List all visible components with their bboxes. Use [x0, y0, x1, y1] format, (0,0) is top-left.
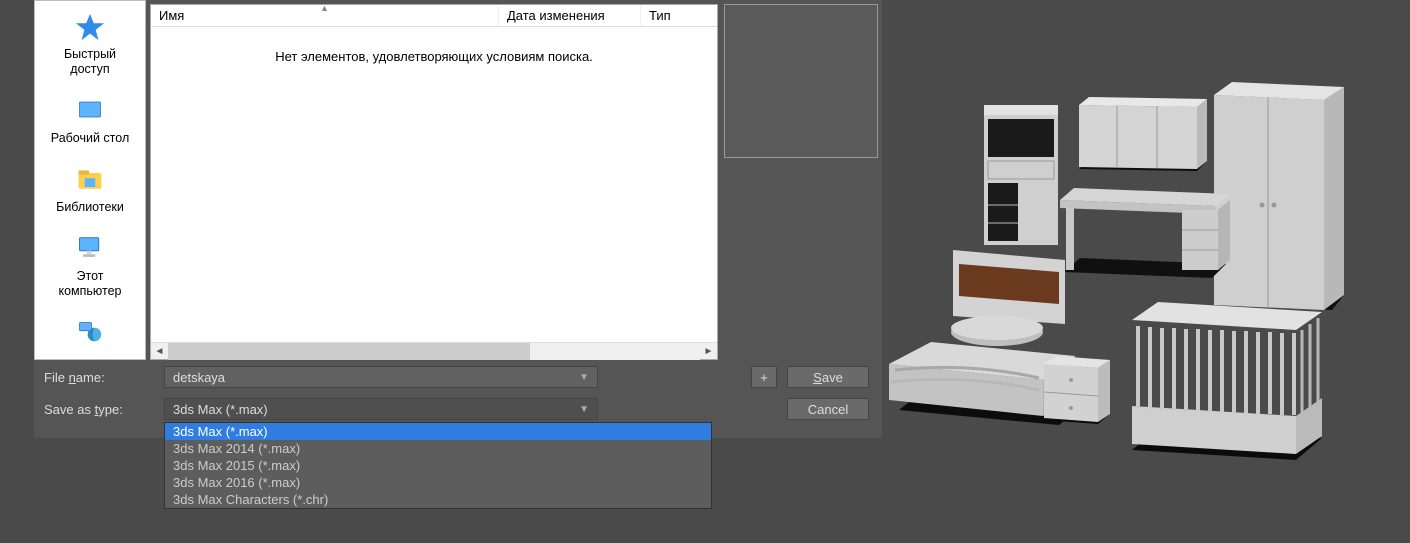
place-network[interactable]: [35, 317, 145, 353]
empty-message: Нет элементов, удовлетворяющих условиям …: [151, 49, 717, 64]
place-label: Рабочий стол: [51, 131, 129, 146]
wall-cabinet-model: [1079, 97, 1207, 171]
filename-label: File name:: [44, 370, 164, 385]
crib-bars: [1138, 326, 1294, 415]
computer-icon: [74, 233, 106, 265]
horizontal-scrollbar[interactable]: ◄ ►: [151, 342, 717, 359]
desktop-icon: [74, 95, 106, 127]
savetype-row: Save as type: 3ds Max (*.max) ▼: [44, 398, 872, 420]
savetype-select[interactable]: 3ds Max (*.max) ▼: [164, 398, 598, 420]
dropdown-item[interactable]: 3ds Max 2014 (*.max): [165, 440, 711, 457]
place-label: Этот компьютер: [58, 269, 121, 299]
sort-asc-icon: ▲: [320, 5, 329, 13]
dialog-bottom: File name: detskaya ▼ Save as type: 3ds …: [34, 360, 882, 434]
filelist-wrap: Имя ▲ Дата изменения Тип Нет элементов, …: [146, 0, 882, 360]
chevron-down-icon[interactable]: ▼: [579, 372, 589, 383]
shelf-model: [984, 105, 1058, 245]
crib-model: [1132, 302, 1322, 460]
places-bar: Быстрый доступ Рабочий стол Библиотеки Э…: [34, 0, 146, 360]
nightstand-model: [1044, 356, 1110, 424]
column-date[interactable]: Дата изменения: [499, 5, 641, 26]
scroll-thumb[interactable]: [168, 343, 530, 360]
dropdown-item[interactable]: 3ds Max 2015 (*.max): [165, 457, 711, 474]
file-list[interactable]: Имя ▲ Дата изменения Тип Нет элементов, …: [150, 4, 718, 360]
scroll-right-icon[interactable]: ►: [700, 343, 717, 360]
filename-row: File name: detskaya ▼: [44, 366, 872, 388]
dropdown-item[interactable]: 3ds Max (*.max): [165, 423, 711, 440]
save-dialog: Быстрый доступ Рабочий стол Библиотеки Э…: [34, 0, 882, 438]
column-label: Имя: [159, 8, 184, 23]
place-label: Быстрый доступ: [64, 47, 116, 77]
star-icon: [74, 11, 106, 43]
file-list-header: Имя ▲ Дата изменения Тип: [151, 5, 717, 27]
place-desktop[interactable]: Рабочий стол: [35, 95, 145, 146]
plus-button[interactable]: +: [751, 366, 777, 388]
place-quick-access[interactable]: Быстрый доступ: [35, 11, 145, 77]
place-label: Библиотеки: [56, 200, 124, 215]
libraries-icon: [74, 164, 106, 196]
filename-input[interactable]: detskaya ▼: [164, 366, 598, 388]
3d-viewport[interactable]: [884, 0, 1410, 538]
crib-side-bars: [1302, 318, 1318, 414]
desk-model: [1060, 188, 1230, 278]
chevron-down-icon[interactable]: ▼: [579, 404, 589, 415]
place-libraries[interactable]: Библиотеки: [35, 164, 145, 215]
cancel-button[interactable]: Cancel: [787, 398, 869, 420]
file-list-body: Нет элементов, удовлетворяющих условиям …: [151, 27, 717, 342]
dialog-buttons: + Save Cancel: [751, 366, 869, 420]
savetype-value: 3ds Max (*.max): [173, 402, 268, 417]
filename-value: detskaya: [173, 370, 225, 385]
column-name[interactable]: Имя ▲: [151, 5, 499, 26]
scroll-track[interactable]: [168, 343, 700, 360]
dropdown-item[interactable]: 3ds Max Characters (*.chr): [165, 491, 711, 508]
network-icon: [74, 317, 106, 349]
dropdown-item[interactable]: 3ds Max 2016 (*.max): [165, 474, 711, 491]
savetype-dropdown[interactable]: 3ds Max (*.max) 3ds Max 2014 (*.max) 3ds…: [164, 422, 712, 509]
furniture-scene: [884, 0, 1410, 538]
preview-pane: [724, 4, 878, 158]
place-this-pc[interactable]: Этот компьютер: [35, 233, 145, 299]
wardrobe-model: [1214, 82, 1344, 310]
scroll-left-icon[interactable]: ◄: [151, 343, 168, 360]
dialog-top: Быстрый доступ Рабочий стол Библиотеки Э…: [34, 0, 882, 360]
save-button[interactable]: Save: [787, 366, 869, 388]
column-type[interactable]: Тип: [641, 5, 717, 26]
savetype-label: Save as type:: [44, 402, 164, 417]
